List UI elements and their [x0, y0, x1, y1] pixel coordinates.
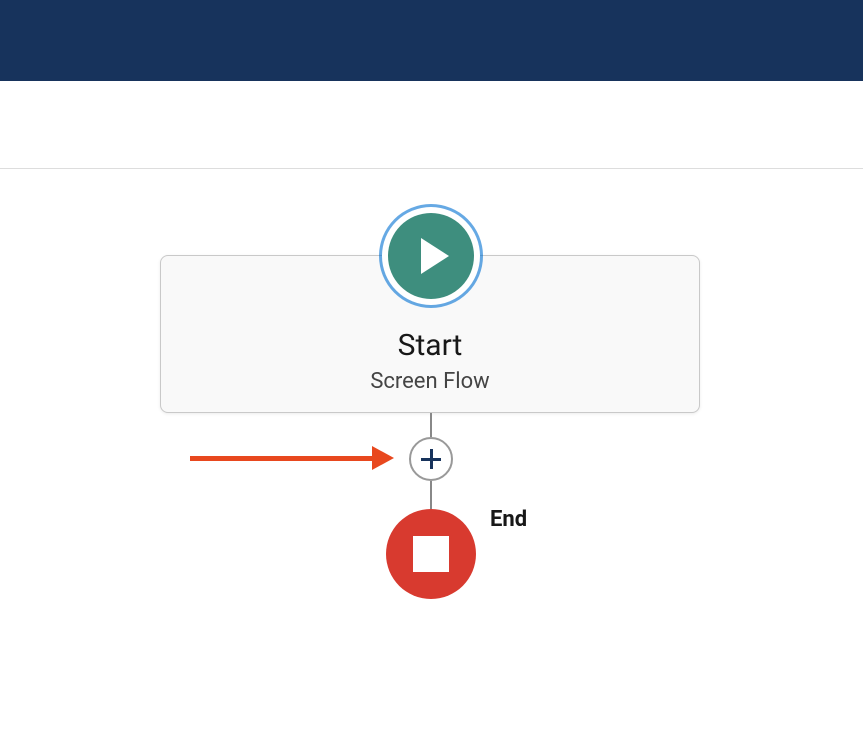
toolbar-area — [0, 81, 863, 169]
end-node[interactable] — [386, 509, 476, 599]
end-node-label: End — [490, 507, 527, 532]
start-node-icon-button[interactable] — [382, 207, 480, 305]
start-node-subtitle: Screen Flow — [370, 369, 489, 394]
connector-line — [430, 481, 432, 509]
play-icon — [388, 213, 474, 299]
connector-line — [430, 413, 432, 437]
add-element-button[interactable] — [409, 437, 453, 481]
flow-canvas[interactable]: Start Screen Flow End — [0, 169, 863, 756]
annotation-arrow — [190, 449, 400, 469]
app-header-bar — [0, 0, 863, 81]
stop-icon — [413, 536, 449, 572]
start-node-title: Start — [398, 328, 463, 363]
